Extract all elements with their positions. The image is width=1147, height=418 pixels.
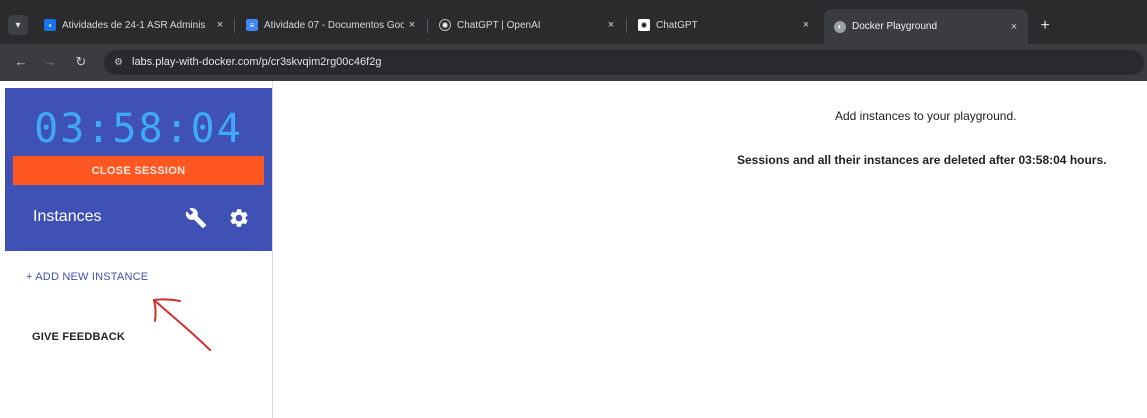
url-text[interactable]: labs.play-with-docker.com/p/cr3skvqim2rg… bbox=[132, 56, 381, 69]
add-new-instance-link[interactable]: + ADD NEW INSTANCE bbox=[26, 271, 148, 283]
gear-icon[interactable] bbox=[228, 207, 250, 229]
openai-favicon-icon: ✺ bbox=[439, 19, 451, 31]
forward-arrow-icon[interactable]: → bbox=[41, 53, 59, 71]
site-settings-icon[interactable]: ⚙ bbox=[112, 56, 125, 69]
browser-toolbar: ← → ↻ ⚙ labs.play-with-docker.com/p/cr3s… bbox=[0, 44, 1147, 81]
main-panel: Add instances to your playground. Sessio… bbox=[273, 81, 1147, 418]
tab-docker-playground[interactable]: ◐ Docker Playground × bbox=[824, 9, 1028, 44]
tab-atividades[interactable]: ▪ Atividades de 24-1 ASR Adminis × bbox=[34, 11, 234, 39]
tab-close-icon[interactable]: × bbox=[212, 19, 228, 31]
tab-close-icon[interactable]: × bbox=[1006, 21, 1022, 33]
tab-chatgpt[interactable]: ✺ ChatGPT × bbox=[628, 11, 820, 39]
give-feedback-link[interactable]: GIVE FEEDBACK bbox=[32, 331, 125, 343]
add-instances-message: Add instances to your playground. bbox=[835, 109, 1017, 123]
browser-tab-strip: ▾ ▪ Atividades de 24-1 ASR Adminis × ≡ A… bbox=[0, 0, 1147, 44]
docs-favicon-icon: ≡ bbox=[246, 19, 258, 31]
session-expiry-message: Sessions and all their instances are del… bbox=[737, 153, 1107, 167]
tab-search-icon[interactable]: ▾ bbox=[8, 15, 28, 35]
tab-documentos[interactable]: ≡ Atividade 07 - Documentos Goo × bbox=[236, 11, 426, 39]
reload-icon[interactable]: ↻ bbox=[72, 53, 90, 71]
tab-separator bbox=[234, 19, 235, 33]
red-arrow-annotation-icon bbox=[153, 298, 211, 351]
new-tab-button[interactable]: + bbox=[1035, 16, 1055, 36]
close-session-button[interactable]: CLOSE SESSION bbox=[13, 156, 264, 185]
globe-favicon-icon: ◐ bbox=[834, 20, 846, 33]
chatgpt-favicon-icon: ✺ bbox=[638, 19, 650, 31]
tab-separator bbox=[427, 19, 428, 33]
address-bar[interactable]: ⚙ labs.play-with-docker.com/p/cr3skvqim2… bbox=[104, 50, 1144, 75]
back-arrow-icon[interactable]: ← bbox=[12, 53, 30, 71]
tab-separator bbox=[626, 19, 627, 33]
classroom-favicon-icon: ▪ bbox=[44, 19, 56, 31]
sidebar: 03:58:04 CLOSE SESSION Instances + ADD N… bbox=[0, 81, 273, 418]
tab-close-icon[interactable]: × bbox=[404, 19, 420, 31]
tab-close-icon[interactable]: × bbox=[603, 19, 619, 31]
session-header: 03:58:04 CLOSE SESSION Instances bbox=[5, 88, 272, 251]
session-timer: 03:58:04 bbox=[34, 106, 243, 152]
tab-chatgpt-openai[interactable]: ✺ ChatGPT | OpenAI × bbox=[429, 11, 625, 39]
instances-title: Instances bbox=[33, 208, 102, 225]
wrench-icon[interactable] bbox=[185, 207, 207, 229]
tab-close-icon[interactable]: × bbox=[798, 19, 814, 31]
